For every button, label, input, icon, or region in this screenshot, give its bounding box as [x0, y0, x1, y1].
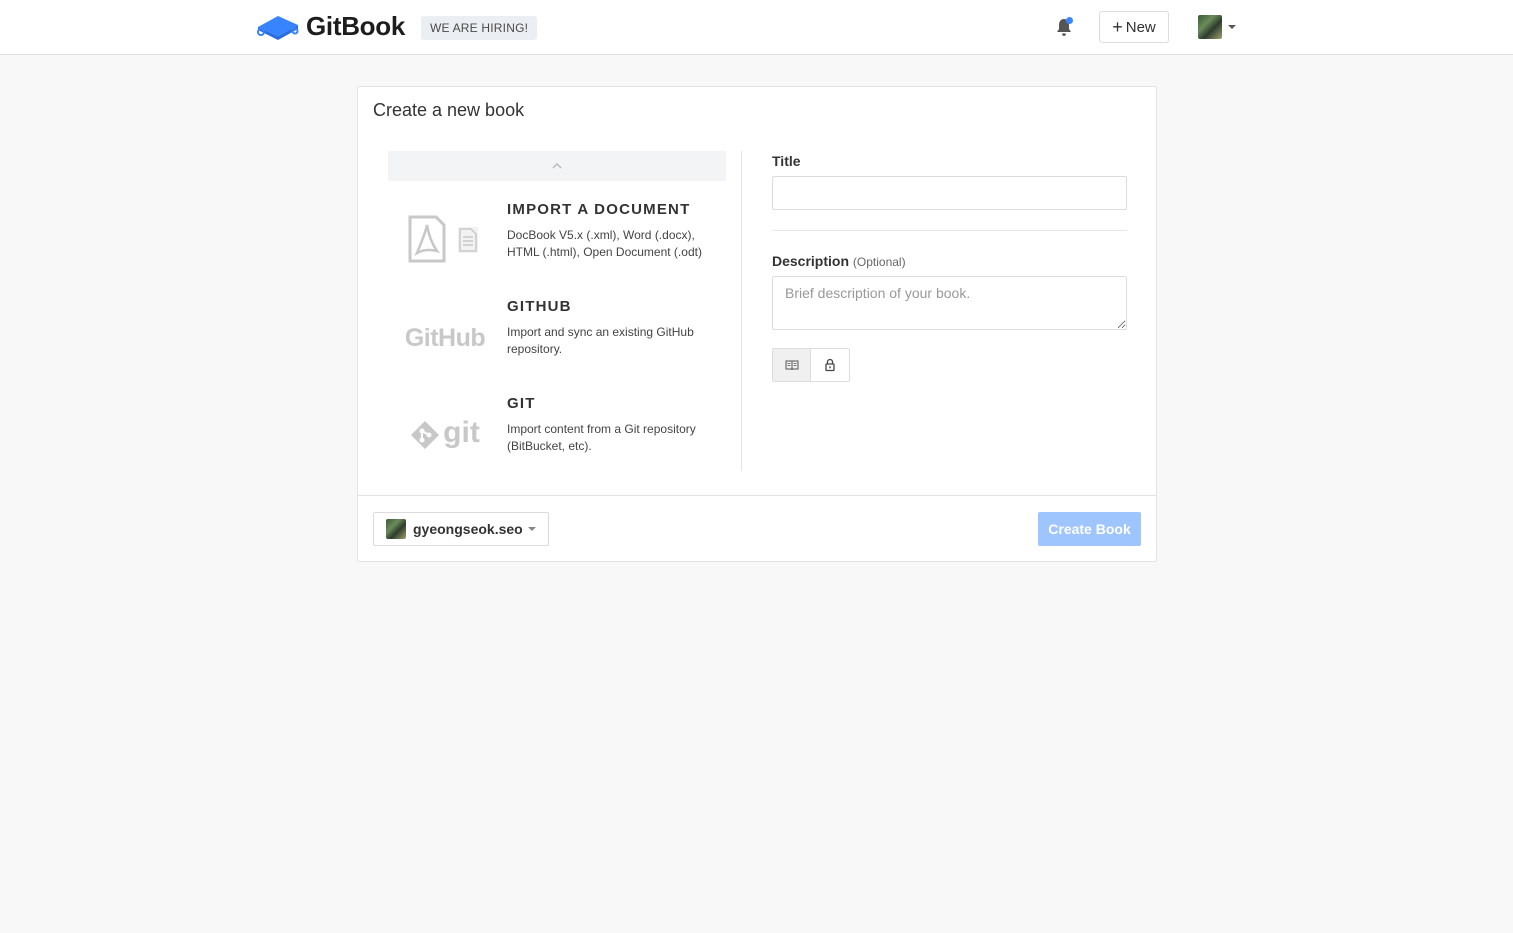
page-title: Create a new book — [373, 100, 525, 120]
owner-name: gyeongseok.seo — [413, 521, 523, 537]
notification-dot — [1066, 17, 1073, 24]
private-visibility-button[interactable] — [811, 349, 849, 381]
pdf-document-icon — [402, 213, 488, 269]
github-logo-icon: GitHub — [404, 323, 486, 352]
visibility-toggle — [772, 348, 850, 382]
option-description: Import and sync an existing GitHub repos… — [507, 325, 694, 356]
option-title: GIT — [507, 395, 536, 412]
gitbook-logo[interactable]: GitBook — [256, 10, 405, 42]
private-lock-icon — [825, 358, 835, 372]
chevron-down-icon — [1228, 25, 1236, 29]
plus-icon: + — [1112, 17, 1123, 37]
create-book-button[interactable]: Create Book — [1038, 512, 1141, 546]
option-title: GITHUB — [507, 298, 572, 315]
optional-tag: (Optional) — [852, 255, 906, 269]
import-document-option[interactable]: IMPORT A DOCUMENT DocBook V5.x (.xml), W… — [388, 201, 726, 281]
user-menu[interactable] — [1198, 15, 1236, 39]
title-input[interactable] — [772, 176, 1127, 210]
git-option[interactable]: git GIT Import content from a Git reposi… — [388, 395, 726, 475]
owner-avatar — [386, 519, 406, 539]
title-label: Title — [772, 153, 801, 169]
option-title: IMPORT A DOCUMENT — [507, 201, 691, 218]
gitbook-book-icon — [257, 16, 299, 40]
scroll-up-button[interactable] — [388, 151, 726, 181]
chevron-down-icon — [527, 527, 536, 531]
import-options-list: IMPORT A DOCUMENT DocBook V5.x (.xml), W… — [388, 151, 726, 471]
public-book-icon — [785, 360, 798, 371]
create-book-card: Create a new book IMPORT A DOCUMENT DocB… — [357, 86, 1157, 562]
user-avatar — [1198, 15, 1222, 39]
option-description: DocBook V5.x (.xml), Word (.docx), HTML … — [507, 228, 702, 259]
hiring-badge[interactable]: WE ARE HIRING! — [421, 16, 538, 40]
chevron-up-icon — [552, 163, 562, 169]
git-logo-icon: git — [402, 407, 488, 463]
column-divider — [741, 151, 742, 471]
card-footer: gyeongseok.seo Create Book — [358, 495, 1156, 561]
logo-text: GitBook — [306, 10, 406, 41]
description-input[interactable] — [772, 276, 1127, 330]
description-label: Description (Optional) — [772, 253, 906, 269]
description-label-text: Description — [772, 253, 850, 269]
owner-select[interactable]: gyeongseok.seo — [373, 512, 549, 546]
new-button[interactable]: + New — [1099, 11, 1169, 43]
option-description: Import content from a Git repository (Bi… — [507, 422, 696, 453]
top-navbar: GitBook WE ARE HIRING! + New — [0, 0, 1513, 55]
public-visibility-button[interactable] — [773, 349, 811, 381]
github-option[interactable]: GitHub GITHUB Import and sync an existin… — [388, 298, 726, 378]
new-button-label: New — [1125, 18, 1156, 36]
form-divider — [772, 230, 1127, 231]
